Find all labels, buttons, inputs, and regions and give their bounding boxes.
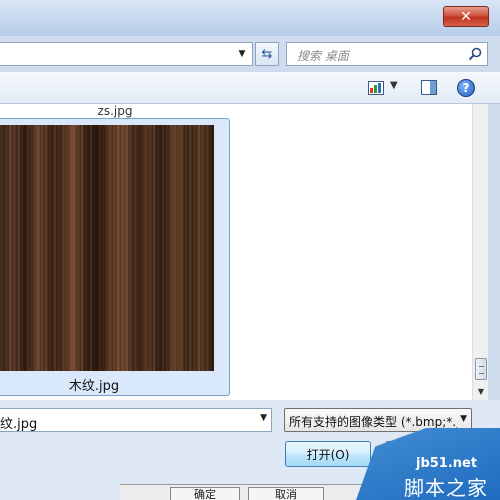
address-row: ▼ ⇆ 搜索 桌面 <box>0 36 500 72</box>
help-icon[interactable]: ? <box>457 79 475 97</box>
file-label-wood: 木纹.jpg <box>68 379 120 394</box>
chevron-down-icon[interactable]: ▼ <box>390 80 398 91</box>
refresh-icon[interactable]: ⇆ <box>255 42 279 66</box>
view-mode-icon[interactable] <box>368 81 384 95</box>
chevron-down-icon[interactable]: ▼ <box>460 414 467 424</box>
watermark-name: 脚本之家 <box>404 476 488 500</box>
toolbar: ▼ ? <box>0 72 500 104</box>
close-button[interactable]: ✕ <box>443 6 489 27</box>
underlying-ok-button[interactable]: 确定 <box>170 487 240 500</box>
window-edge <box>488 104 500 400</box>
vertical-scrollbar[interactable]: ▼ <box>472 104 488 400</box>
scroll-thumb[interactable] <box>475 358 487 380</box>
title-bar: ✕ <box>0 0 500 36</box>
underlying-cancel-button[interactable]: 取消 <box>248 487 324 500</box>
file-list: zs.jpg 木纹.jpg <box>0 104 472 400</box>
watermark: jb51.net 脚本之家 <box>356 428 500 500</box>
wood-texture-thumbnail <box>0 125 214 371</box>
preview-pane-icon[interactable] <box>421 80 437 95</box>
filename-field[interactable]: 纹.jpg ▼ <box>0 408 272 432</box>
address-bar[interactable]: ▼ <box>0 42 253 66</box>
file-label-zs[interactable]: zs.jpg <box>0 104 230 118</box>
filename-value: 纹.jpg <box>0 417 38 432</box>
chevron-down-icon[interactable]: ▼ <box>260 413 267 423</box>
file-tile-selected[interactable]: 木纹.jpg <box>0 118 230 396</box>
scroll-down-icon[interactable]: ▼ <box>475 384 487 398</box>
search-icon[interactable] <box>467 46 483 62</box>
chevron-down-icon[interactable]: ▼ <box>234 45 250 63</box>
search-input[interactable]: 搜索 桌面 <box>286 42 488 66</box>
search-placeholder: 搜索 桌面 <box>297 49 349 63</box>
watermark-site: jb51.net <box>416 456 478 471</box>
